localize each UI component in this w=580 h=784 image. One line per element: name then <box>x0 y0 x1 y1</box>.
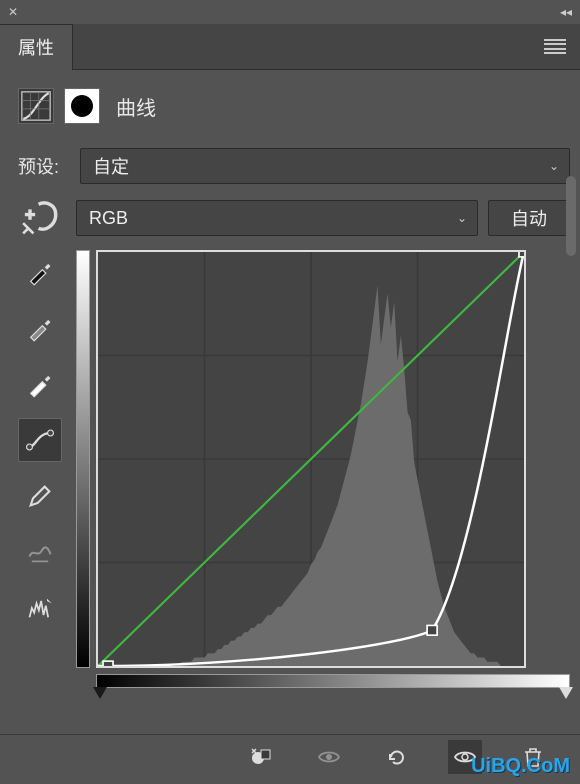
output-gradient <box>76 250 90 668</box>
black-point-slider[interactable] <box>93 687 107 699</box>
collapse-icon[interactable]: ◂◂ <box>560 5 572 19</box>
histogram-clip-icon[interactable] <box>18 586 62 630</box>
eyedropper-white-icon[interactable] <box>18 362 62 406</box>
adjustment-type-row: 曲线 <box>18 88 570 124</box>
eyedropper-gray-icon[interactable] <box>18 306 62 350</box>
panel-content: 曲线 预设: 自定 ⌄ RGB ⌄ 自动 <box>0 70 580 698</box>
titlebar: ✕ ◂◂ <box>0 0 580 24</box>
channel-row: RGB ⌄ 自动 <box>18 200 570 236</box>
trash-icon[interactable] <box>516 740 550 774</box>
channel-dropdown[interactable]: RGB ⌄ <box>76 200 478 236</box>
tab-bar: 属性 <box>0 24 580 70</box>
tab-properties[interactable]: 属性 <box>0 24 73 70</box>
curve-wrap <box>76 250 570 688</box>
scrollbar-thumb[interactable] <box>566 176 576 256</box>
tab-label: 属性 <box>18 34 54 60</box>
auto-label: 自动 <box>511 209 547 229</box>
pencil-icon[interactable] <box>18 474 62 518</box>
preset-row: 预设: 自定 ⌄ <box>18 148 570 184</box>
auto-button[interactable]: 自动 <box>488 200 570 236</box>
channel-value: RGB <box>89 208 128 229</box>
preset-dropdown[interactable]: 自定 ⌄ <box>80 148 570 184</box>
bottom-bar: UiBQ.CoM <box>0 734 580 778</box>
curve-draw-icon[interactable] <box>18 418 62 462</box>
chevron-down-icon: ⌄ <box>549 159 559 173</box>
layer-mask-thumb[interactable] <box>64 88 100 124</box>
hand-target-icon[interactable] <box>18 200 66 236</box>
white-point-slider[interactable] <box>559 687 573 699</box>
clip-to-layer-icon[interactable] <box>244 740 278 774</box>
previous-state-icon[interactable] <box>448 740 482 774</box>
visibility-icon[interactable] <box>312 740 346 774</box>
input-gradient <box>96 674 570 688</box>
preset-label: 预设: <box>18 153 70 179</box>
curve-area <box>18 250 570 688</box>
adjustment-type-label: 曲线 <box>116 92 156 121</box>
properties-panel: ✕ ◂◂ 属性 曲线 预设: 自定 ⌄ <box>0 0 580 784</box>
chevron-down-icon: ⌄ <box>457 211 467 225</box>
panel-menu-icon[interactable] <box>544 39 566 55</box>
tool-column <box>18 250 66 688</box>
eyedropper-black-icon[interactable] <box>18 250 62 294</box>
reset-icon[interactable] <box>380 740 414 774</box>
smooth-icon <box>18 530 62 574</box>
curves-icon[interactable] <box>18 88 54 124</box>
close-icon[interactable]: ✕ <box>8 5 18 19</box>
curve-grid[interactable] <box>96 250 526 668</box>
preset-value: 自定 <box>93 153 129 179</box>
